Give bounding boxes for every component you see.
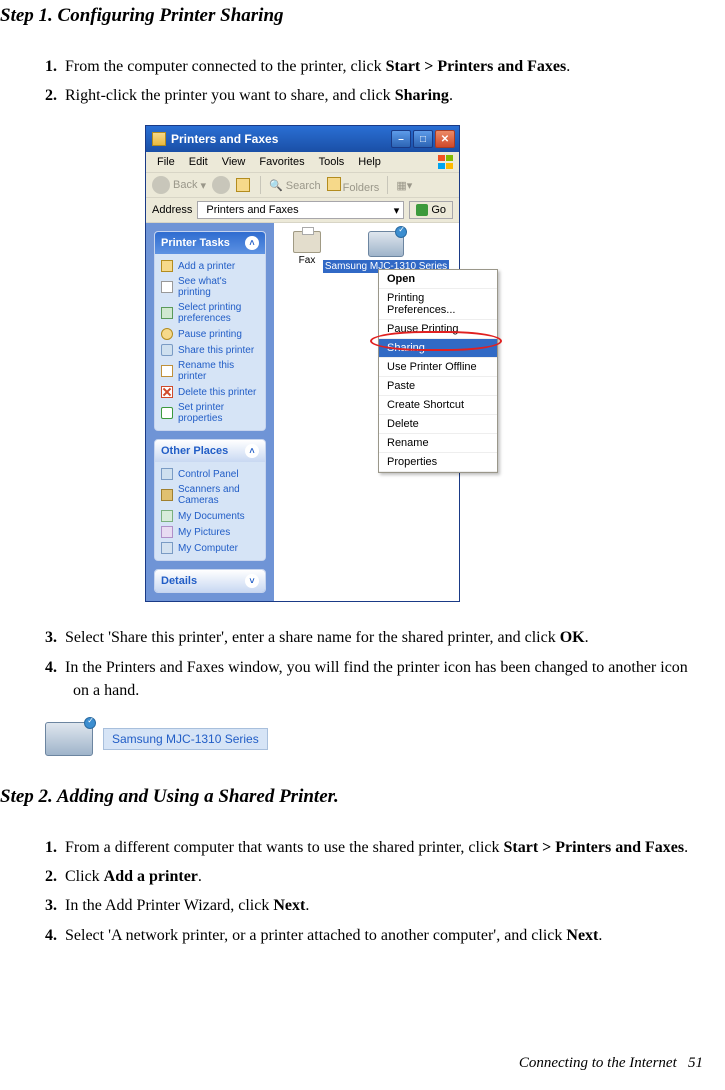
task-delete[interactable]: Delete this printer: [161, 384, 259, 400]
printers-faxes-window: Printers and Faxes – □ ✕ File Edit View …: [145, 125, 460, 602]
titlebar-icon: [152, 132, 166, 146]
my-pictures-icon: [161, 526, 173, 538]
place-my-documents[interactable]: My Documents: [161, 508, 259, 524]
title-text: Printers and Faxes: [171, 132, 391, 146]
fax-icon: [293, 231, 321, 253]
add-printer-icon: [161, 260, 173, 272]
printer-icon: [368, 231, 404, 257]
my-computer-icon: [161, 542, 173, 554]
ctx-delete[interactable]: Delete: [379, 415, 497, 434]
main-pane[interactable]: Fax Samsung MJC-1310 Series Open Printin…: [274, 223, 459, 601]
step2-item-3: 3. In the Add Printer Wizard, click Next…: [45, 894, 705, 917]
details-header[interactable]: Details˅: [155, 570, 265, 592]
ctx-properties[interactable]: Properties: [379, 453, 497, 472]
menubar[interactable]: File Edit View Favorites Tools Help: [146, 152, 459, 173]
task-pause[interactable]: Pause printing: [161, 326, 259, 342]
chevron-icon: ˅: [245, 574, 259, 588]
rename-icon: [161, 365, 173, 377]
see-printing-icon: [161, 281, 173, 293]
views-button[interactable]: ▦▾: [396, 179, 412, 192]
pause-icon: [161, 328, 173, 340]
ctx-offline[interactable]: Use Printer Offline: [379, 358, 497, 377]
minimize-button[interactable]: –: [391, 130, 411, 148]
task-rename[interactable]: Rename this printer: [161, 358, 259, 384]
place-scanners[interactable]: Scanners and Cameras: [161, 482, 259, 508]
ctx-paste[interactable]: Paste: [379, 377, 497, 396]
step1-list: 1. From the computer connected to the pr…: [0, 55, 705, 107]
chevron-icon: ˄: [245, 444, 259, 458]
step1-item-2: 2. Right-click the printer you want to s…: [45, 84, 705, 107]
step1-item-3: 3. Select 'Share this printer', enter a …: [45, 626, 705, 649]
scanners-icon: [161, 489, 173, 501]
menu-file[interactable]: File: [150, 154, 182, 170]
up-button[interactable]: [236, 178, 250, 192]
step2-item-1: 1. From a different computer that wants …: [45, 836, 705, 859]
address-field[interactable]: Printers and Faxes▾: [197, 201, 404, 219]
step1-item-1: 1. From the computer connected to the pr…: [45, 55, 705, 78]
shared-printer-label: Samsung MJC-1310 Series: [103, 728, 268, 750]
chevron-icon: ˄: [245, 236, 259, 250]
section-heading-step2: Step 2. Adding and Using a Shared Printe…: [0, 786, 705, 808]
ctx-rename[interactable]: Rename: [379, 434, 497, 453]
windows-logo-icon: [437, 154, 455, 170]
place-my-computer[interactable]: My Computer: [161, 540, 259, 556]
side-pane: Printer Tasks˄ Add a printer See what's …: [146, 223, 274, 601]
step2-item-4: 4. Select 'A network printer, or a print…: [45, 924, 705, 947]
step1-item-4: 4. In the Printers and Faxes window, you…: [45, 656, 705, 702]
folders-button[interactable]: Folders: [327, 177, 380, 194]
context-menu: Open Printing Preferences... Pause Print…: [378, 269, 498, 473]
ctx-shortcut[interactable]: Create Shortcut: [379, 396, 497, 415]
maximize-button[interactable]: □: [413, 130, 433, 148]
shared-printer-illustration: Samsung MJC-1310 Series: [45, 722, 705, 756]
back-button[interactable]: Back ▾: [152, 176, 206, 194]
other-places-header[interactable]: Other Places˄: [155, 440, 265, 462]
back-icon: [152, 176, 170, 194]
step2-item-2: 2. Click Add a printer.: [45, 865, 705, 888]
ctx-prefs[interactable]: Printing Preferences...: [379, 289, 497, 320]
task-see-printing[interactable]: See what's printing: [161, 274, 259, 300]
footer: Connecting to the Internet 51: [519, 1055, 703, 1072]
printer-tasks-panel: Printer Tasks˄ Add a printer See what's …: [154, 231, 266, 431]
titlebar[interactable]: Printers and Faxes – □ ✕: [146, 126, 459, 152]
address-bar: Address Printers and Faxes▾ Go: [146, 198, 459, 223]
other-places-panel: Other Places˄ Control Panel Scanners and…: [154, 439, 266, 561]
task-add-printer[interactable]: Add a printer: [161, 258, 259, 274]
ctx-pause[interactable]: Pause Printing: [379, 320, 497, 339]
control-panel-icon: [161, 468, 173, 480]
prefs-icon: [161, 307, 173, 319]
place-control-panel[interactable]: Control Panel: [161, 466, 259, 482]
place-my-pictures[interactable]: My Pictures: [161, 524, 259, 540]
address-label: Address: [152, 204, 192, 216]
fax-label: Fax: [299, 255, 316, 266]
shared-printer-icon: [45, 722, 93, 756]
go-button[interactable]: Go: [409, 201, 453, 219]
step2-list: 1. From a different computer that wants …: [0, 836, 705, 947]
search-button[interactable]: 🔍 Search: [269, 179, 321, 192]
menu-tools[interactable]: Tools: [312, 154, 352, 170]
printer-item[interactable]: Samsung MJC-1310 Series: [346, 231, 426, 273]
printer-tasks-header[interactable]: Printer Tasks˄: [155, 232, 265, 254]
menu-help[interactable]: Help: [351, 154, 388, 170]
close-button[interactable]: ✕: [435, 130, 455, 148]
ctx-open[interactable]: Open: [379, 270, 497, 289]
ctx-sharing[interactable]: Sharing...: [379, 339, 497, 358]
details-panel: Details˅: [154, 569, 266, 593]
menu-view[interactable]: View: [215, 154, 253, 170]
share-icon: [161, 344, 173, 356]
properties-icon: [161, 407, 173, 419]
task-properties[interactable]: Set printer properties: [161, 400, 259, 426]
folders-icon: [327, 177, 341, 191]
section-heading-step1: Step 1. Configuring Printer Sharing: [0, 5, 705, 27]
menu-favorites[interactable]: Favorites: [252, 154, 311, 170]
step1-list-cont: 3. Select 'Share this printer', enter a …: [0, 626, 705, 702]
delete-icon: [161, 386, 173, 398]
my-documents-icon: [161, 510, 173, 522]
forward-button[interactable]: [212, 176, 230, 194]
task-share[interactable]: Share this printer: [161, 342, 259, 358]
task-select-prefs[interactable]: Select printing preferences: [161, 300, 259, 326]
menu-edit[interactable]: Edit: [182, 154, 215, 170]
toolbar: Back ▾ 🔍 Search Folders ▦▾: [146, 173, 459, 198]
